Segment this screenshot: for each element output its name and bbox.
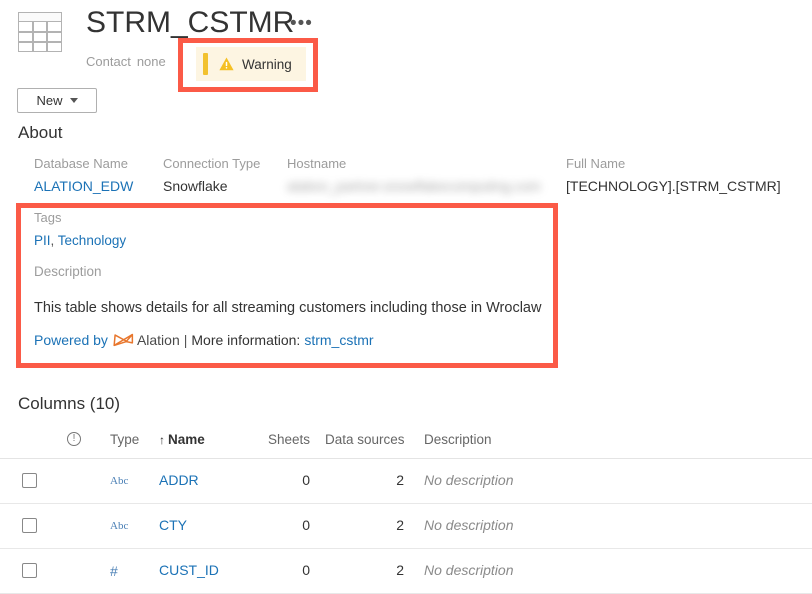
data-sources-count: 2 [396,472,404,488]
column-description: No description [424,562,514,578]
database-name-label: Database Name [34,156,128,171]
full-name-label: Full Name [566,156,626,171]
warning-triangle-icon [219,57,234,71]
sheets-count: 0 [302,517,310,533]
database-name-value[interactable]: ALATION_EDW [34,178,133,194]
type-text-icon: Abc [110,475,129,487]
page-title: STRM_CSTMR [86,6,295,39]
more-information-link[interactable]: strm_cstmr [304,332,373,348]
description-text: This table shows details for all streami… [34,300,542,316]
type-text-icon: Abc [110,520,129,532]
contact-label: Contact [86,54,131,69]
table-icon-vline [32,21,34,51]
row-checkbox[interactable] [22,473,37,488]
status-badge-warning[interactable]: Warning [196,47,306,81]
column-description: No description [424,472,514,488]
chevron-down-icon [69,98,78,103]
connection-type-label: Connection Type [163,156,261,171]
alation-bowtie-logo [113,333,134,347]
table-row: Abc CTY 0 2 No description [0,504,812,549]
table-icon-vline [46,21,48,51]
table-row: # CUST_ID 0 2 No description [0,549,812,594]
column-name-link[interactable]: CUST_ID [159,562,219,578]
table-grid-icon [18,12,62,52]
column-header-type[interactable]: Type [110,432,139,447]
contact-row: Contact none [86,54,166,69]
column-description: No description [424,517,514,533]
row-checkbox[interactable] [22,518,37,533]
column-header-name-label: Name [168,432,205,447]
columns-table: Type ↑Name Sheets Data sources Descripti… [0,424,812,594]
hostname-label: Hostname [287,156,347,171]
row-checkbox[interactable] [22,563,37,578]
new-button-label: New [36,93,63,108]
page-header: STRM_CSTMR ••• Contact none Warning New [0,0,812,125]
footer-divider: | [183,332,188,348]
data-sources-count: 2 [396,517,404,533]
column-header-name[interactable]: ↑ Name [159,432,205,447]
column-header-sheets[interactable]: Sheets [255,432,310,447]
description-footer: Powered by Alation | More information: s… [34,332,374,348]
alation-brand-label: Alation [136,332,180,348]
warning-accent-bar [203,53,208,75]
new-button[interactable]: New [17,88,97,113]
more-information-label: More information: [191,332,301,348]
table-icon-header-row [19,13,61,22]
table-row: Abc ADDR 0 2 No description [0,459,812,504]
tag-item[interactable]: Technology [58,233,126,248]
connection-type-value: Snowflake [163,178,228,194]
full-name-value: [TECHNOLOGY].[STRM_CSTMR] [566,178,781,194]
description-label: Description [34,264,102,279]
table-icon-hline [19,31,61,33]
sort-ascending-icon: ↑ [159,433,165,447]
table-icon-hline [19,41,61,43]
sheets-count: 0 [302,562,310,578]
tag-separator: , [50,233,55,248]
columns-table-header: Type ↑Name Sheets Data sources Descripti… [0,424,812,459]
columns-heading: Columns (10) [18,394,121,413]
tag-item[interactable]: PII [34,233,51,248]
contact-value: none [136,54,166,69]
column-name-link[interactable]: CTY [159,517,187,533]
type-number-icon: # [110,563,118,579]
tags-list: PII, Technology [34,233,126,248]
overflow-menu-button[interactable]: ••• [290,14,313,33]
data-sources-count: 2 [396,562,404,578]
hostname-value-redacted: alation_partner.snowflakecomputing.com [287,178,541,194]
about-heading: About [18,123,63,142]
column-header-description[interactable]: Description [424,432,492,447]
column-name-link[interactable]: ADDR [159,472,199,488]
sheets-count: 0 [302,472,310,488]
powered-by-label[interactable]: Powered by [34,332,108,348]
tags-label: Tags [34,210,62,225]
warning-badge-label: Warning [242,56,292,72]
column-header-data-sources[interactable]: Data sources [325,432,405,447]
warning-circle-icon[interactable] [67,432,81,446]
